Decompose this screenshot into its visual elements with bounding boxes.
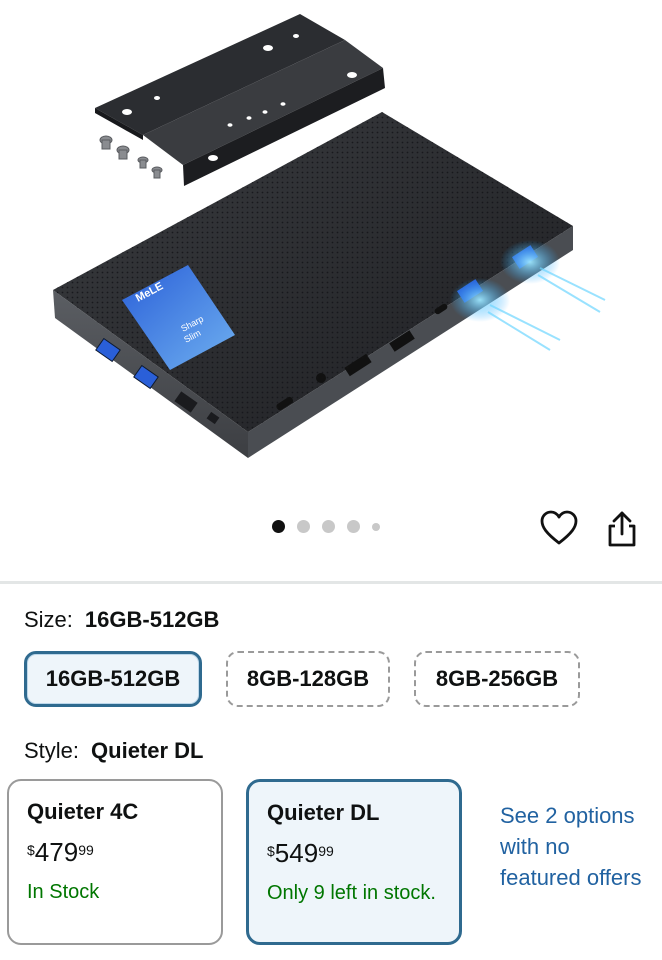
size-label-row: Size: 16GB-512GB <box>24 607 219 633</box>
see-more-options-link[interactable]: See 2 options with no featured offers <box>500 800 650 893</box>
size-option-16gb-512gb[interactable]: 16GB-512GB <box>24 651 202 707</box>
style-option-price: $ 479 99 <box>27 839 203 865</box>
style-label: Style: <box>24 738 80 763</box>
price-currency: $ <box>27 842 35 858</box>
price-fraction: 99 <box>318 843 334 859</box>
section-divider <box>0 581 662 584</box>
price-currency: $ <box>267 843 275 859</box>
pagination-dot[interactable] <box>372 522 380 531</box>
size-option-8gb-128gb[interactable]: 8GB-128GB <box>226 651 390 707</box>
share-icon[interactable] <box>604 510 640 548</box>
price-whole: 479 <box>34 837 79 867</box>
pagination-dot[interactable] <box>347 520 360 533</box>
style-option-quieter-dl[interactable]: Quieter DL $ 549 99 Only 9 left in stock… <box>246 779 462 945</box>
style-option-price: $ 549 99 <box>267 840 441 866</box>
size-option-label: 8GB-256GB <box>435 666 559 691</box>
size-option-8gb-256gb[interactable]: 8GB-256GB <box>414 651 580 707</box>
price-fraction: 99 <box>78 842 94 858</box>
pagination-dot[interactable] <box>272 520 285 533</box>
price-whole: 549 <box>274 838 319 868</box>
screws <box>99 135 163 179</box>
style-label-row: Style: Quieter DL <box>24 738 204 764</box>
size-option-label: 8GB-128GB <box>246 666 370 691</box>
size-selected-value: 16GB-512GB <box>84 607 220 632</box>
image-pagination[interactable] <box>272 520 380 533</box>
style-option-quieter-4c[interactable]: Quieter 4C $ 479 99 In Stock <box>7 779 223 945</box>
style-option-title: Quieter DL <box>267 800 380 825</box>
size-option-label: 16GB-512GB <box>45 666 181 691</box>
size-label: Size: <box>24 607 73 632</box>
pagination-dot[interactable] <box>322 520 335 533</box>
style-option-title: Quieter 4C <box>27 799 139 824</box>
heart-icon[interactable] <box>540 510 578 546</box>
stock-status: Only 9 left in stock. <box>267 882 436 904</box>
style-selected-value: Quieter DL <box>91 738 204 763</box>
pagination-dot[interactable] <box>297 520 310 533</box>
product-image[interactable]: MeLE Sharp Slim <box>0 0 662 500</box>
mini-pc: MeLE Sharp Slim <box>53 112 606 458</box>
stock-status: In Stock <box>27 881 100 903</box>
